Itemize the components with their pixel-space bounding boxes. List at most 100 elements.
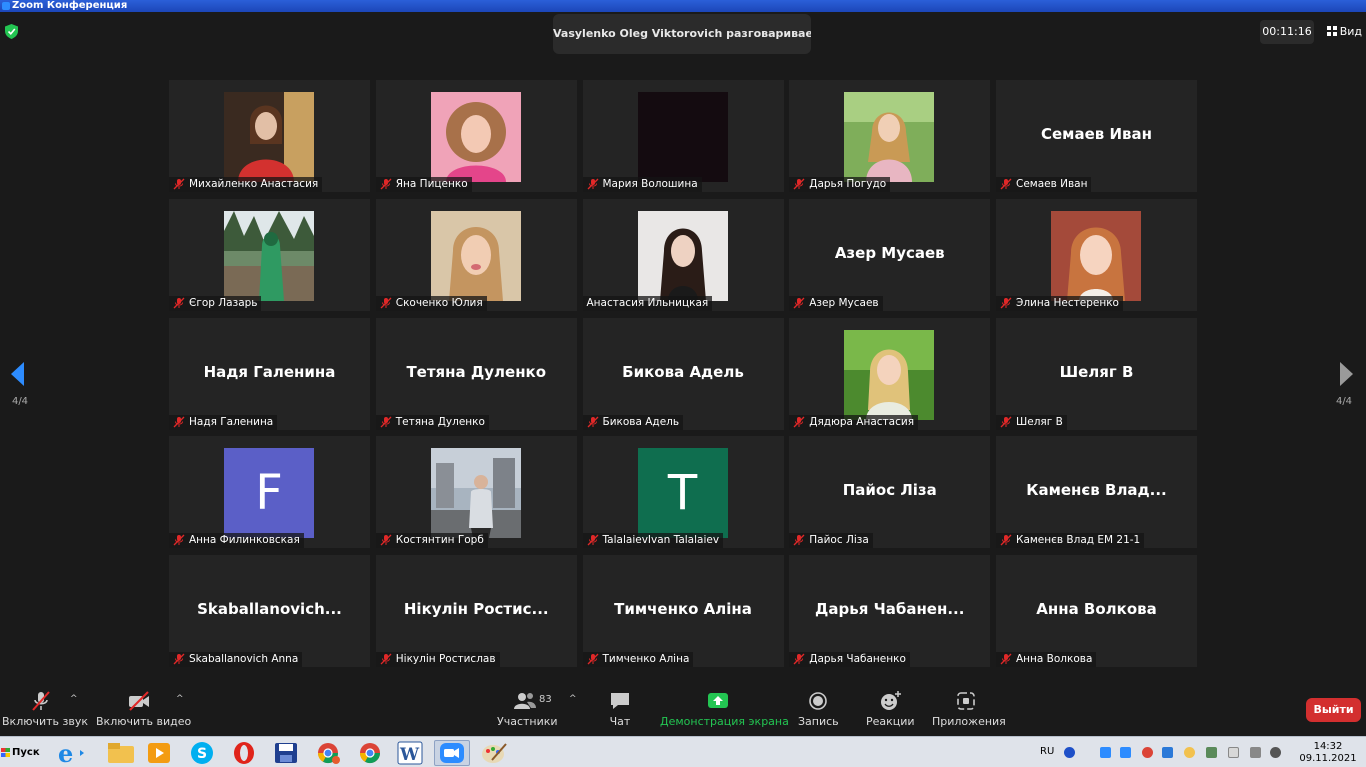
- participant-tile[interactable]: Анастасия Ильницкая: [582, 198, 784, 311]
- muted-mic-icon: [1000, 534, 1012, 546]
- opera-icon[interactable]: [226, 740, 262, 766]
- video-options-caret-icon[interactable]: ^: [176, 694, 184, 704]
- internet-explorer-icon[interactable]: e: [52, 739, 88, 767]
- participant-tile[interactable]: Дарья Погудо: [789, 80, 991, 192]
- participant-name-label: Skaballanovich Anna: [169, 652, 303, 667]
- participant-video: [1051, 210, 1141, 301]
- participants-caret-icon[interactable]: ^: [569, 694, 577, 704]
- video-off-icon: [129, 691, 149, 711]
- participant-tile[interactable]: Тимченко Аліна Тимченко Аліна: [582, 555, 784, 667]
- participant-tile[interactable]: Дарья Чабанен... Дарья Чабаненко: [789, 555, 991, 667]
- participant-name-label: Костянтин Горб: [375, 533, 488, 549]
- participant-name-label: Семаев Иван: [996, 177, 1092, 192]
- muted-mic-icon: [173, 178, 185, 190]
- participant-tile[interactable]: Анна Волкова Анна Волкова: [996, 555, 1197, 667]
- participant-tile[interactable]: Нікулін Ростис... Нікулін Ростислав: [375, 555, 577, 667]
- participant-name-label: Надя Галенина: [169, 414, 278, 430]
- shield-icon[interactable]: [5, 24, 18, 39]
- participant-tile[interactable]: Skaballanovich... Skaballanovich Anna: [169, 555, 370, 667]
- participant-tile[interactable]: Яна Пиценко: [375, 80, 577, 192]
- participant-display-name: Пайос Ліза: [842, 481, 937, 500]
- participant-name: TalalaievIvan Talalaiev: [602, 534, 720, 547]
- paint-icon[interactable]: [476, 740, 512, 766]
- share-screen-button[interactable]: Демонстрация экрана: [660, 690, 789, 728]
- participant-name-label: Анна Волкова: [996, 652, 1097, 667]
- participant-tile[interactable]: Скоченко Юлия: [375, 198, 577, 311]
- participant-name: Дядюра Анастасия: [809, 415, 915, 428]
- skype-icon[interactable]: S: [184, 740, 220, 766]
- participant-tile[interactable]: Шеляг В Шеляг В: [996, 317, 1197, 430]
- system-clock[interactable]: 14:32 09.11.2021: [1298, 741, 1358, 765]
- tray-monitor-icon[interactable]: [1250, 747, 1261, 758]
- participant-tile[interactable]: Азер Мусаев Азер Мусаев: [789, 198, 991, 311]
- participant-tile[interactable]: Элина Нестеренко: [996, 198, 1197, 311]
- leave-button[interactable]: Выйти: [1306, 698, 1361, 722]
- muted-mic-icon: [587, 416, 598, 427]
- unmute-button[interactable]: Включить звук ^: [2, 690, 88, 728]
- start-video-label: Включить видео: [96, 715, 192, 728]
- participant-tile[interactable]: Тетяна Дуленко Тетяна Дуленко: [375, 317, 577, 430]
- participants-button[interactable]: Участники 83 ^: [497, 690, 577, 728]
- participant-name-label: Азер Мусаев: [789, 295, 883, 311]
- participant-name: Михайленко Анастасия: [189, 178, 319, 190]
- start-video-button[interactable]: Включить видео ^: [96, 690, 191, 728]
- muted-mic-icon: [380, 178, 392, 190]
- participant-tile[interactable]: Семаев Иван Семаев Иван: [996, 80, 1197, 192]
- participant-name: Элина Нестеренко: [1016, 296, 1119, 309]
- participant-display-name: Шеляг В: [1059, 362, 1134, 381]
- participant-name: Тетяна Дуленко: [395, 415, 485, 428]
- record-button[interactable]: Запись: [798, 690, 839, 728]
- chat-button[interactable]: Чат: [604, 690, 636, 728]
- participant-tile[interactable]: Мария Волошина: [582, 80, 784, 192]
- participant-tile[interactable]: Костянтин Горб: [375, 436, 577, 549]
- apps-button[interactable]: Приложения: [932, 690, 1006, 728]
- participant-display-name: Каменєв Влад...: [1026, 481, 1167, 500]
- next-page-arrow-icon[interactable]: [1336, 360, 1356, 388]
- tray-sync-icon[interactable]: [1184, 747, 1195, 758]
- participant-tile[interactable]: Пайос Ліза Пайос Ліза: [789, 436, 991, 549]
- participant-display-name: Азер Мусаев: [834, 243, 945, 262]
- file-explorer-icon[interactable]: [104, 740, 140, 766]
- volume-icon[interactable]: [1270, 747, 1281, 758]
- reactions-button[interactable]: Реакции: [866, 690, 915, 728]
- participant-tile[interactable]: Дядюра Анастасия: [789, 317, 991, 430]
- meeting-timer: 00:11:16: [1260, 20, 1314, 44]
- tray-zoom-icon[interactable]: [1120, 747, 1131, 758]
- participant-tile[interactable]: T TalalaievIvan Talalaiev: [582, 436, 784, 549]
- participant-tile[interactable]: Надя Галенина Надя Галенина: [169, 317, 370, 430]
- tray-flag-icon[interactable]: [1228, 747, 1239, 758]
- language-indicator[interactable]: RU: [1040, 746, 1054, 757]
- tray-network-icon[interactable]: [1206, 747, 1217, 758]
- participant-tile[interactable]: Бикова Адель Бикова Адель: [582, 317, 784, 430]
- participant-name-label: Михайленко Анастасия: [169, 177, 323, 192]
- share-screen-icon: [708, 693, 728, 708]
- chrome-icon[interactable]: [352, 740, 388, 766]
- participant-tile[interactable]: F Анна Филинковская: [169, 436, 370, 549]
- zoom-app-icon[interactable]: [434, 740, 470, 766]
- participant-tile[interactable]: Михайленко Анастасия: [169, 80, 370, 192]
- participant-display-name: Нікулін Ростис...: [403, 600, 549, 618]
- participant-name-label: Элина Нестеренко: [996, 295, 1123, 311]
- chrome-profile-icon[interactable]: [310, 740, 346, 766]
- previous-page-arrow-icon[interactable]: [8, 360, 28, 388]
- media-player-icon[interactable]: [142, 740, 178, 766]
- view-button[interactable]: Вид: [1322, 20, 1362, 44]
- participant-name: Дарья Погудо: [809, 178, 887, 190]
- reactions-label: Реакции: [866, 715, 915, 728]
- word-icon[interactable]: W: [392, 740, 428, 766]
- muted-mic-icon: [1000, 297, 1012, 309]
- tray-mail-icon[interactable]: [1162, 747, 1173, 758]
- audio-options-caret-icon[interactable]: ^: [70, 694, 78, 704]
- save-floppy-icon[interactable]: [268, 740, 304, 766]
- start-button[interactable]: Пуск: [0, 740, 40, 765]
- muted-mic-icon: [380, 297, 392, 309]
- active-speaker-toast: Vasylenko Oleg Viktorovich разговаривает…: [553, 14, 811, 54]
- muted-mic-icon: [587, 534, 598, 546]
- tray-chrome-icon[interactable]: [1142, 747, 1153, 758]
- participant-tile[interactable]: Єгор Лазарь: [169, 198, 370, 311]
- tray-app-icon[interactable]: [1100, 747, 1111, 758]
- participant-tile[interactable]: Каменєв Влад... Каменєв Влад ЕМ 21-1: [996, 436, 1197, 549]
- svg-text:e: e: [58, 740, 73, 766]
- help-icon[interactable]: [1064, 747, 1075, 758]
- page-indicator-left: 4/4: [11, 396, 29, 407]
